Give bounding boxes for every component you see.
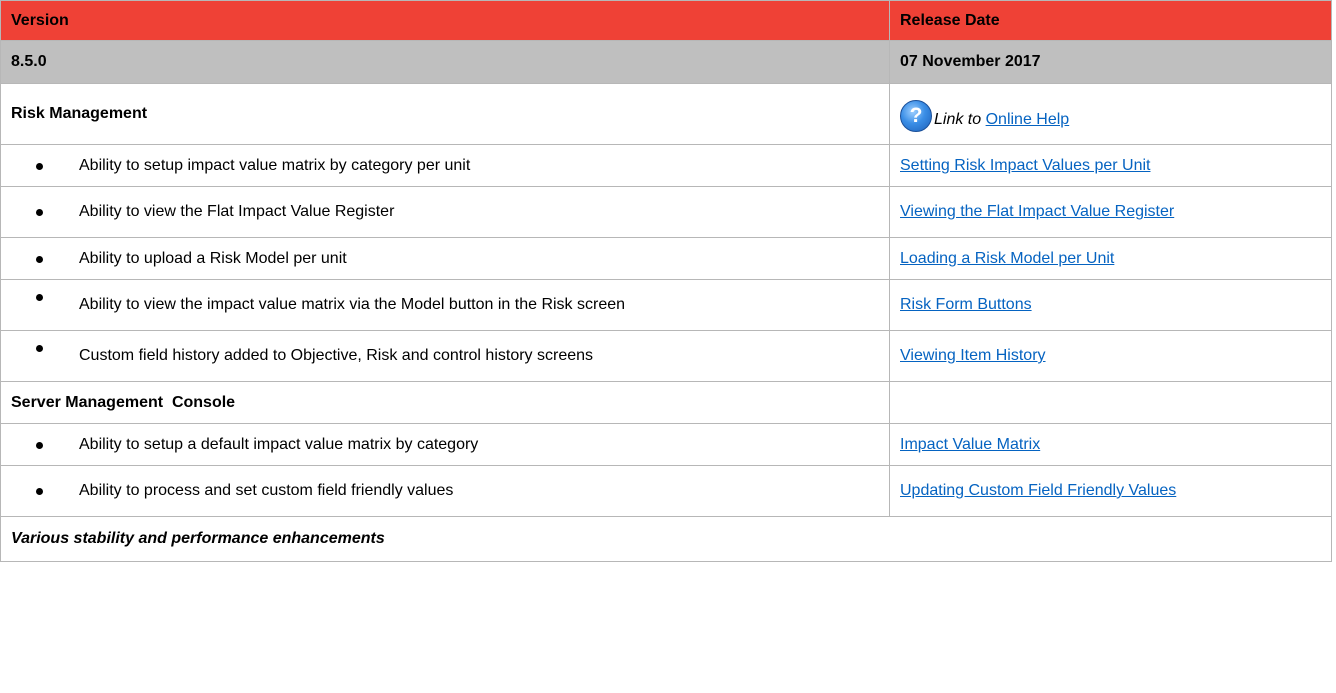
table-row: Custom field history added to Objective,… <box>0 330 1332 382</box>
feature-text: Ability to view the Flat Impact Value Re… <box>79 203 395 220</box>
bullet-icon <box>36 162 43 170</box>
link-cell: Impact Value Matrix <box>889 423 1332 466</box>
bullet-icon <box>36 441 43 449</box>
bullet-icon <box>36 294 43 301</box>
feature-cell: Ability to view the impact value matrix … <box>0 279 890 331</box>
release-notes-table: Version Release Date 8.5.0 07 November 2… <box>0 0 1332 562</box>
setting-risk-impact-values-link[interactable]: Setting Risk Impact Values per Unit <box>900 157 1150 174</box>
updating-custom-field-friendly-values-link[interactable]: Updating Custom Field Friendly Values <box>900 482 1176 499</box>
table-row: Ability to process and set custom field … <box>0 465 1332 517</box>
link-cell: Viewing Item History <box>889 330 1332 382</box>
link-cell: Risk Form Buttons <box>889 279 1332 331</box>
feature-cell: Ability to setup impact value matrix by … <box>0 144 890 187</box>
help-prefix: Link to <box>934 111 982 128</box>
footer-row: Various stability and performance enhanc… <box>0 516 1332 562</box>
loading-risk-model-link[interactable]: Loading a Risk Model per Unit <box>900 250 1114 267</box>
version-column-header: Version <box>0 0 890 41</box>
empty-cell <box>889 381 1332 424</box>
link-cell: Loading a Risk Model per Unit <box>889 237 1332 280</box>
risk-management-title: Risk Management <box>0 83 890 145</box>
server-management-section-row: Server Management Console <box>0 381 1332 424</box>
table-row: Ability to setup impact value matrix by … <box>0 144 1332 187</box>
server-management-title: Server Management Console <box>0 381 890 424</box>
feature-text: Ability to process and set custom field … <box>79 482 454 499</box>
feature-cell: Ability to upload a Risk Model per unit <box>0 237 890 280</box>
footer-note: Various stability and performance enhanc… <box>0 516 1332 562</box>
link-cell: Setting Risk Impact Values per Unit <box>889 144 1332 187</box>
release-date-column-header: Release Date <box>889 0 1332 41</box>
feature-text: Ability to setup a default impact value … <box>79 435 479 453</box>
feature-text: Custom field history added to Objective,… <box>79 347 594 364</box>
link-cell: Updating Custom Field Friendly Values <box>889 465 1332 517</box>
feature-text: Ability to view the impact value matrix … <box>79 296 626 313</box>
table-header-row: Version Release Date <box>0 0 1332 41</box>
feature-text: Ability to upload a Risk Model per unit <box>79 249 347 267</box>
feature-cell: Custom field history added to Objective,… <box>0 330 890 382</box>
feature-cell: Ability to setup a default impact value … <box>0 423 890 466</box>
table-row: Ability to upload a Risk Model per unit … <box>0 237 1332 280</box>
risk-form-buttons-link[interactable]: Risk Form Buttons <box>900 296 1032 313</box>
version-number: 8.5.0 <box>0 40 890 84</box>
bullet-icon <box>36 209 43 216</box>
online-help-cell: ? Link to Online Help <box>889 83 1332 145</box>
bullet-icon <box>36 488 43 495</box>
help-question-icon[interactable]: ? <box>900 100 932 132</box>
bullet-icon <box>36 345 43 352</box>
feature-cell: Ability to view the Flat Impact Value Re… <box>0 186 890 238</box>
online-help-link[interactable]: Online Help <box>986 111 1070 128</box>
link-cell: Viewing the Flat Impact Value Register <box>889 186 1332 238</box>
release-date: 07 November 2017 <box>889 40 1332 84</box>
table-row: Ability to view the Flat Impact Value Re… <box>0 186 1332 238</box>
feature-cell: Ability to process and set custom field … <box>0 465 890 517</box>
table-row: Ability to setup a default impact value … <box>0 423 1332 466</box>
table-row: Ability to view the impact value matrix … <box>0 279 1332 331</box>
impact-value-matrix-link[interactable]: Impact Value Matrix <box>900 436 1040 453</box>
risk-management-section-row: Risk Management ? Link to Online Help <box>0 83 1332 145</box>
viewing-flat-impact-value-register-link[interactable]: Viewing the Flat Impact Value Register <box>900 203 1174 220</box>
bullet-icon <box>36 255 43 263</box>
version-row: 8.5.0 07 November 2017 <box>0 40 1332 84</box>
help-text: Link to Online Help <box>934 108 1069 132</box>
feature-text: Ability to setup impact value matrix by … <box>79 156 471 174</box>
viewing-item-history-link[interactable]: Viewing Item History <box>900 347 1046 364</box>
